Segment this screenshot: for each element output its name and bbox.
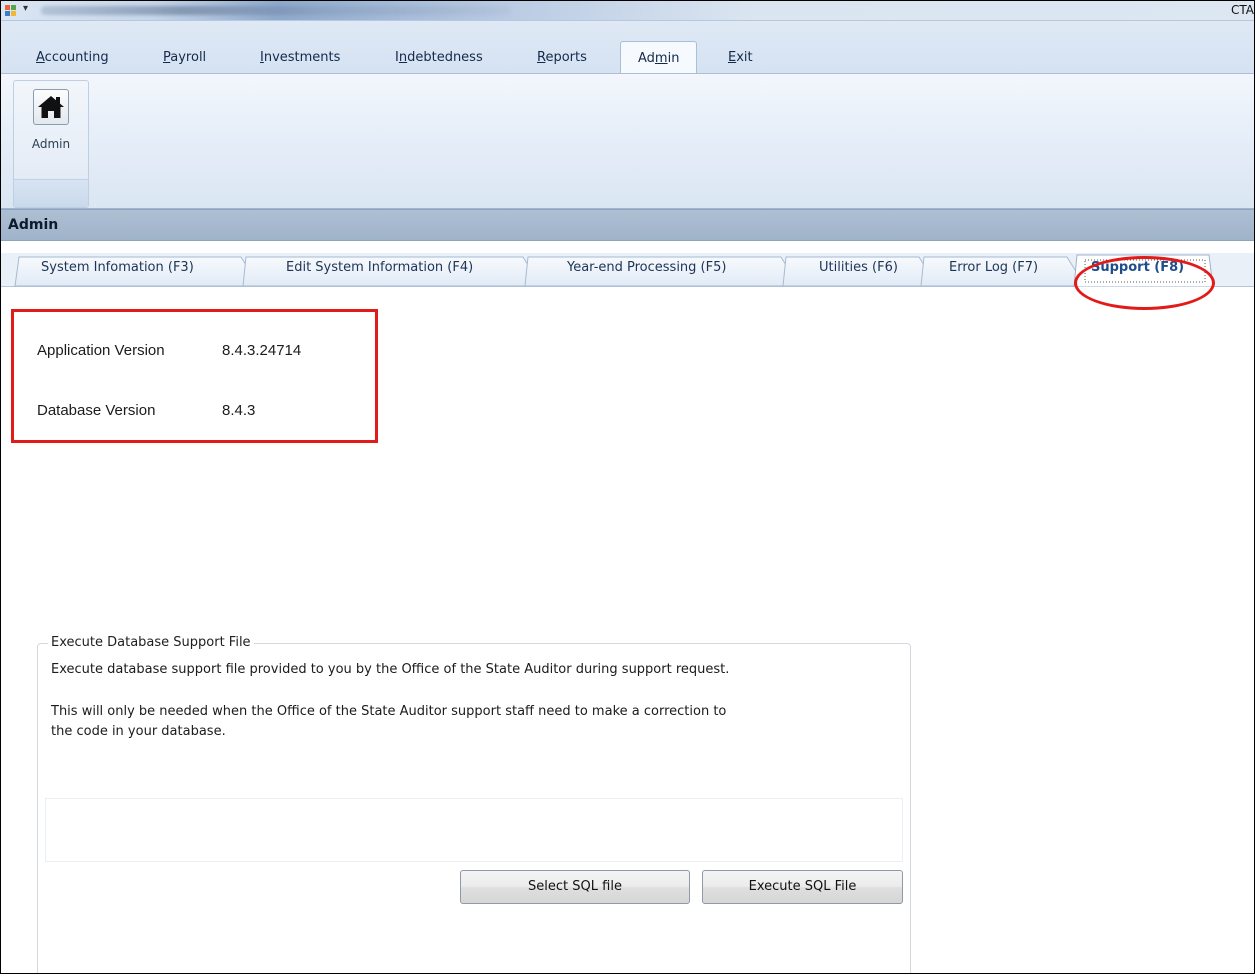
application-version-label: Application Version — [37, 342, 165, 359]
home-icon — [38, 96, 64, 118]
admin-subtab-strip: System Infomation (F3) Edit System Infor… — [1, 241, 1254, 287]
tab-support[interactable]: Support (F8) — [1091, 260, 1184, 275]
version-info-highlight: Application Version 8.4.3.24714 Database… — [11, 309, 378, 443]
database-version-label: Database Version — [37, 402, 156, 419]
application-window: ▾ CTA Accounting Payroll Investments Ind… — [0, 0, 1255, 974]
select-sql-file-button[interactable]: Select SQL file — [460, 870, 690, 904]
tab-error-log[interactable]: Error Log (F7) — [949, 260, 1038, 275]
app-icon[interactable] — [5, 5, 17, 17]
tab-year-end-processing[interactable]: Year-end Processing (F5) — [567, 260, 726, 275]
execute-sql-file-button[interactable]: Execute SQL File — [702, 870, 903, 904]
section-header: Admin — [1, 209, 1254, 241]
execute-support-file-group: Execute Database Support File Execute da… — [37, 635, 911, 973]
support-description-1: Execute database support file provided t… — [51, 662, 730, 677]
group-legend: Execute Database Support File — [48, 635, 254, 650]
admin-button-label[interactable]: Admin — [14, 137, 88, 151]
ribbon-panel: Admin — [1, 73, 1254, 209]
window-title-text: CTA — [1231, 3, 1254, 17]
ribbon-group-caption — [14, 179, 88, 207]
ribbon-tab-bar: Accounting Payroll Investments Indebtedn… — [1, 21, 1254, 97]
database-version-value: 8.4.3 — [222, 402, 256, 419]
support-description-2-line1: This will only be needed when the Office… — [51, 704, 727, 719]
support-description-2-line2: the code in your database. — [51, 724, 226, 739]
sql-file-path-field[interactable] — [45, 798, 903, 862]
tab-system-information[interactable]: System Infomation (F3) — [41, 260, 194, 275]
support-tab-content: Application Version 8.4.3.24714 Database… — [1, 287, 1254, 973]
application-version-value: 8.4.3.24714 — [222, 342, 302, 359]
admin-home-button[interactable] — [33, 89, 69, 125]
section-title: Admin — [8, 217, 59, 233]
ribbon-group-admin: Admin — [13, 80, 89, 208]
tab-edit-system-information[interactable]: Edit System Information (F4) — [286, 260, 473, 275]
tab-utilities[interactable]: Utilities (F6) — [819, 260, 898, 275]
window-title-redacted — [41, 6, 511, 15]
quick-access-dropdown-icon[interactable]: ▾ — [23, 3, 28, 14]
title-bar: ▾ CTA — [1, 1, 1254, 21]
